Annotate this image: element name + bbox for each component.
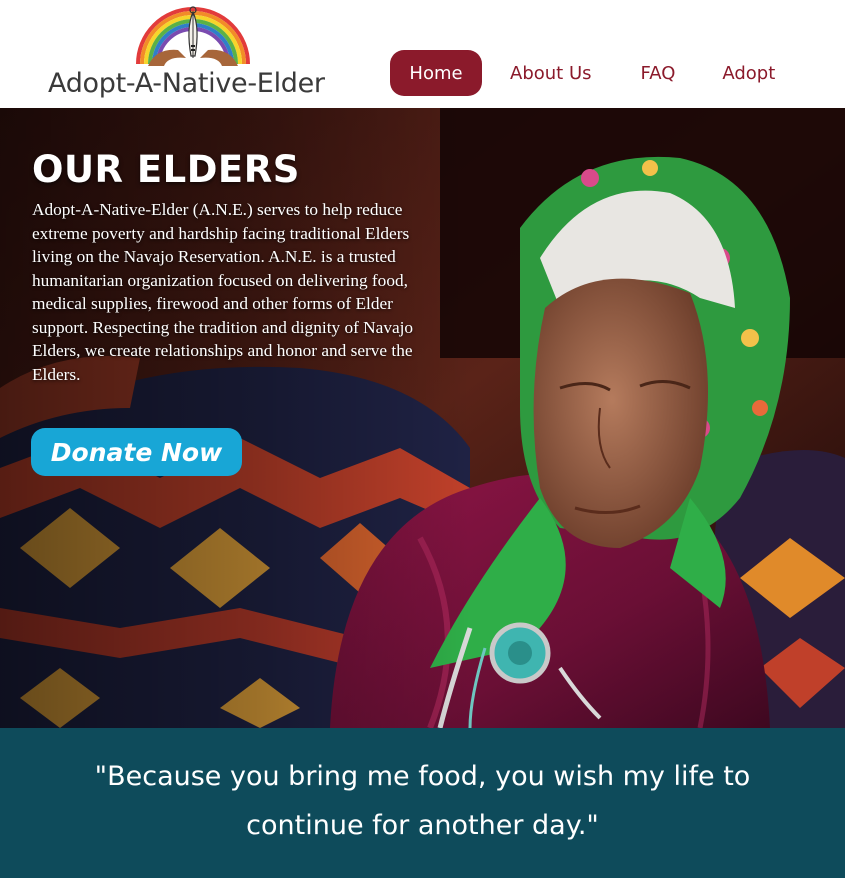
site-logo[interactable]: Adopt-A-Native-Elder [48,6,338,102]
main-nav: Home About Us FAQ Adopt [390,50,775,96]
nav-about-us[interactable]: About Us [510,50,592,96]
logo-wordmark: Adopt-A-Native-Elder [48,68,325,99]
nav-home[interactable]: Home [390,50,482,96]
elder-quote: "Because you bring me food, you wish my … [94,761,751,841]
quote-section: "Because you bring me food, you wish my … [0,728,845,878]
site-header: Adopt-A-Native-Elder Home About Us FAQ A… [0,0,845,108]
hero-section: OUR ELDERS Adopt-A-Native-Elder (A.N.E.)… [0,108,845,728]
donate-now-button[interactable]: Donate Now [31,428,242,476]
hero-title: OUR ELDERS [32,148,300,191]
nav-adopt[interactable]: Adopt [722,50,775,96]
rainbow-feather-hands-logo-icon [136,6,250,66]
hero-description: Adopt-A-Native-Elder (A.N.E.) serves to … [32,200,414,384]
nav-faq[interactable]: FAQ [641,50,676,96]
